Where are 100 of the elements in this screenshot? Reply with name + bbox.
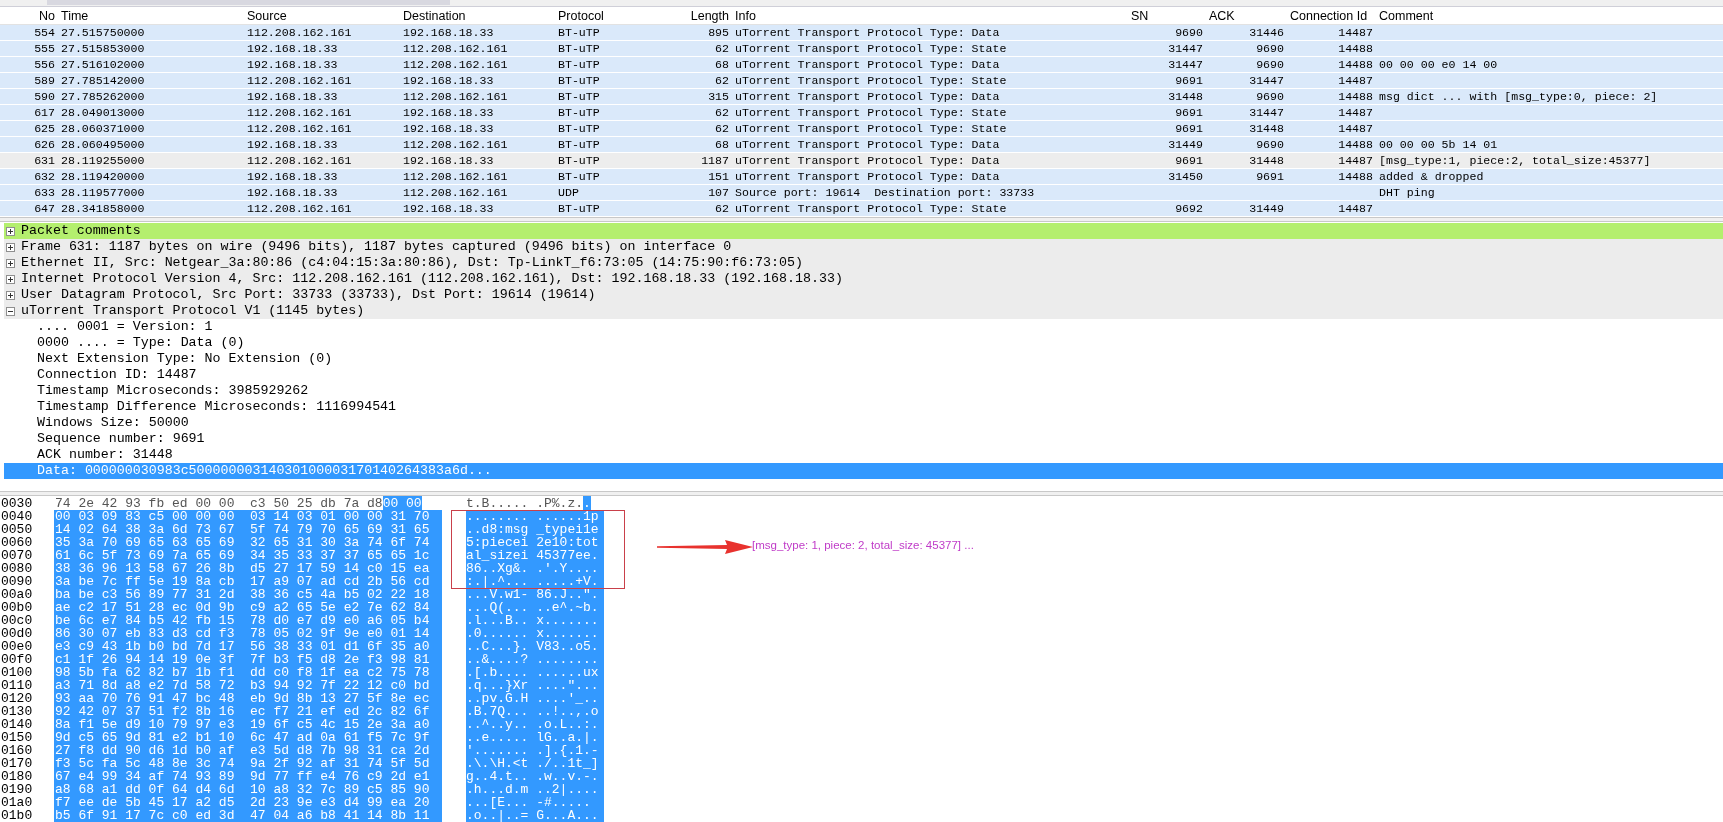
ascii-text: g..4.t.. .w..v.-. [466,770,604,783]
time-cell-text: 27.515853000 [60,41,146,56]
offset-cell-text: 0180 [0,770,34,783]
tree-item[interactable]: 0000 .... = Type: Data (0) [4,335,1723,351]
tree-item[interactable]: Next Extension Type: No Extension (0) [4,351,1723,367]
expander-icon[interactable] [6,290,15,300]
tree-item[interactable]: Packet comments [4,223,1723,239]
expander-icon[interactable] [6,242,15,252]
column-header[interactable]: Protocol [555,8,672,23]
ascii-text: ...Q(... ..e^.~b. [466,601,604,614]
ack-cell-text: 9690 [1255,137,1285,152]
packet-row[interactable]: 633 28.119577000 192.168.18.33 112.208.162.161 UDP 107 Source port: 19614 Destination port: 33733 DHT ping [0,185,1723,200]
tree-item[interactable]: Timestamp Microseconds: 3985929262 [4,383,1723,399]
column-header[interactable]: Time [58,8,244,23]
info-cell-text: uTorrent Transport Protocol Type: Data [734,57,1001,72]
sequence-cell-text: 31450 [1167,169,1204,184]
sequence-cell-text: 31448 [1167,89,1204,104]
packet-row[interactable]: 556 27.516102000 192.168.18.33 112.208.162.161 BT-uTP 68 uTorrent Transport Protocol Type: Data 31447 9690 14488 00 00 00 e0 14 00 [0,57,1723,72]
protocol-cell-text: BT-uTP [557,137,601,152]
offset-cell-text: 0060 [0,536,34,549]
tree-item[interactable]: ACK number: 31448 [4,447,1723,463]
hex-bytes: a8 68 a1 dd 0f 64 d4 6d 10 a8 32 7c 89 c5 85 90 [54,783,442,796]
offset-cell-text: 00e0 [0,640,34,653]
annotation-text: [msg_type: 1, piece: 2, total_size: 45377] ... [752,539,974,551]
ascii-text: ..C...}. V83..o5. [466,640,604,653]
column-header[interactable]: SN [1128,8,1206,23]
packet-row[interactable]: 626 28.060495000 192.168.18.33 112.208.162.161 BT-uTP 68 uTorrent Transport Protocol Type: Data 31449 9690 14488 00 00 00 5b 14 01 [0,137,1723,152]
packet-row[interactable]: 589 27.785142000 112.208.162.161 192.168.18.33 BT-uTP 62 uTorrent Transport Protocol Type: State 9691 31447 14487 [0,73,1723,88]
destination-address: 112.208.162.161 [402,89,509,104]
horizontal-scrollbar[interactable] [0,0,1723,7]
destination-address: 192.168.18.33 [402,25,495,40]
offset-cell-text: 00b0 [0,601,34,614]
ascii-text: ..pv.G.H ....'_.. [466,692,604,705]
length-cell-text: 68 [714,57,730,72]
tree-item[interactable]: .... 0001 = Version: 1 [4,319,1723,335]
time-cell-text: 27.785262000 [60,89,146,104]
hex-bytes: a3 71 8d a8 e2 7d 58 72 b3 94 92 7f 22 12 c0 bd [54,679,442,692]
packet-row[interactable]: 647 28.341858000 112.208.162.161 192.168.18.33 BT-uTP 62 uTorrent Transport Protocol Type: State 9692 31449 14487 [0,201,1723,216]
protocol-cell-text: BT-uTP [557,105,601,120]
destination-address: 112.208.162.161 [402,57,509,72]
connection-id-cell-text: 14487 [1337,25,1374,40]
length-cell-text: 62 [714,121,730,136]
offset-cell-text: 00c0 [0,614,34,627]
time-cell-text: 28.049013000 [60,105,146,120]
packet-row[interactable]: 555 27.515853000 192.168.18.33 112.208.162.161 BT-uTP 62 uTorrent Transport Protocol Type: State 31447 9690 14488 [0,41,1723,56]
column-header[interactable]: No [0,8,58,23]
tree-item[interactable]: Internet Protocol Version 4, Src: 112.208.162.161 (112.208.162.161), Dst: 192.168.18.33 (192.168.18.33) [4,271,1723,287]
connection-id-cell-text: 14487 [1337,73,1374,88]
connection-id-cell-text: 14488 [1337,89,1374,104]
packet-number: 554 [33,25,56,40]
source-address: 112.208.162.161 [246,153,353,168]
expander-icon[interactable] [6,274,15,284]
expander-icon[interactable] [6,258,15,268]
packet-number: 626 [33,137,56,152]
ack-cell-text: 9690 [1255,41,1285,56]
expander-icon[interactable] [6,306,15,316]
ascii-text: .q...}Xr ...."... [466,679,604,692]
packet-row[interactable]: 631 28.119255000 112.208.162.161 192.168.18.33 BT-uTP 1187 uTorrent Transport Protocol Type: Data 9691 31448 14487 [msg_type:1, piece:2, total_size:45377] [0,153,1723,168]
tree-item[interactable]: Connection ID: 14487 [4,367,1723,383]
time-cell-text: 27.516102000 [60,57,146,72]
tree-item[interactable]: Ethernet II, Src: Netgear_3a:80:86 (c4:04:15:3a:80:86), Dst: Tp-LinkT_f6:73:05 (14:75:90:f6:73:05) [4,255,1723,271]
packet-row[interactable]: 625 28.060371000 112.208.162.161 192.168.18.33 BT-uTP 62 uTorrent Transport Protocol Type: State 9691 31448 14487 [0,121,1723,136]
hex-bytes: c1 1f 26 94 14 19 0e 3f 7f b3 f5 d8 2e f3 98 81 [54,653,442,666]
protocol-cell-text: BT-uTP [557,73,601,88]
packet-row[interactable]: 632 28.119420000 192.168.18.33 112.208.162.161 BT-uTP 151 uTorrent Transport Protocol Type: Data 31450 9691 14488 added & dropped [0,169,1723,184]
packet-row[interactable]: 590 27.785262000 192.168.18.33 112.208.162.161 BT-uTP 315 uTorrent Transport Protocol Type: Data 31448 9690 14488 msg dict ... with [msg_type:0, piece: 2] [0,89,1723,104]
column-header[interactable]: Source [244,8,400,23]
info-cell-text: uTorrent Transport Protocol Type: Data [734,153,1001,168]
sequence-cell-text: 31447 [1167,57,1204,72]
protocol-cell-text: BT-uTP [557,25,601,40]
tree-item[interactable]: Windows Size: 50000 [4,415,1723,431]
protocol-cell-text: BT-uTP [557,89,601,104]
sequence-cell-text: 9691 [1174,73,1204,88]
tree-item[interactable]: Timestamp Difference Microseconds: 1116994541 [4,399,1723,415]
source-address: 192.168.18.33 [246,169,339,184]
column-header[interactable]: ACK [1206,8,1287,23]
packet-number: 647 [33,201,56,216]
column-header[interactable]: Comment [1376,8,1723,23]
offset-cell-text: 00f0 [0,653,34,666]
packet-row[interactable]: 554 27.515750000 112.208.162.161 192.168.18.33 BT-uTP 895 uTorrent Transport Protocol Type: Data 9690 31446 14487 [0,25,1723,40]
tree-item[interactable]: User Datagram Protocol, Src Port: 33733 (33733), Dst Port: 19614 (19614) [4,287,1723,303]
arrow-icon [657,540,753,554]
tree-item[interactable]: uTorrent Transport Protocol V1 (1145 bytes) [4,303,1723,319]
protocol-cell-text: BT-uTP [557,57,601,72]
tree-item[interactable]: Sequence number: 9691 [4,431,1723,447]
packet-row[interactable]: 617 28.049013000 112.208.162.161 192.168.18.33 BT-uTP 62 uTorrent Transport Protocol Type: State 9691 31447 14487 [0,105,1723,120]
destination-address: 112.208.162.161 [402,137,509,152]
column-header[interactable]: Connection Id [1287,8,1376,23]
tree-item[interactable]: Frame 631: 1187 bytes on wire (9496 bits), 1187 bytes captured (9496 bits) on interface 0 [4,239,1723,255]
ack-cell-text: 31448 [1248,121,1285,136]
column-header[interactable]: Info [732,8,1128,23]
destination-address: 192.168.18.33 [402,105,495,120]
ascii-text: '....... .].{.1.- [466,744,604,757]
expander-icon[interactable] [6,226,15,236]
offset-cell-text: 00a0 [0,588,34,601]
column-header[interactable]: Destination [400,8,555,23]
destination-address: 112.208.162.161 [402,169,509,184]
ascii-text: t.B..... .P%.z.. [466,497,592,510]
offset-cell-text: 0140 [0,718,34,731]
column-header[interactable]: Length [672,8,732,23]
